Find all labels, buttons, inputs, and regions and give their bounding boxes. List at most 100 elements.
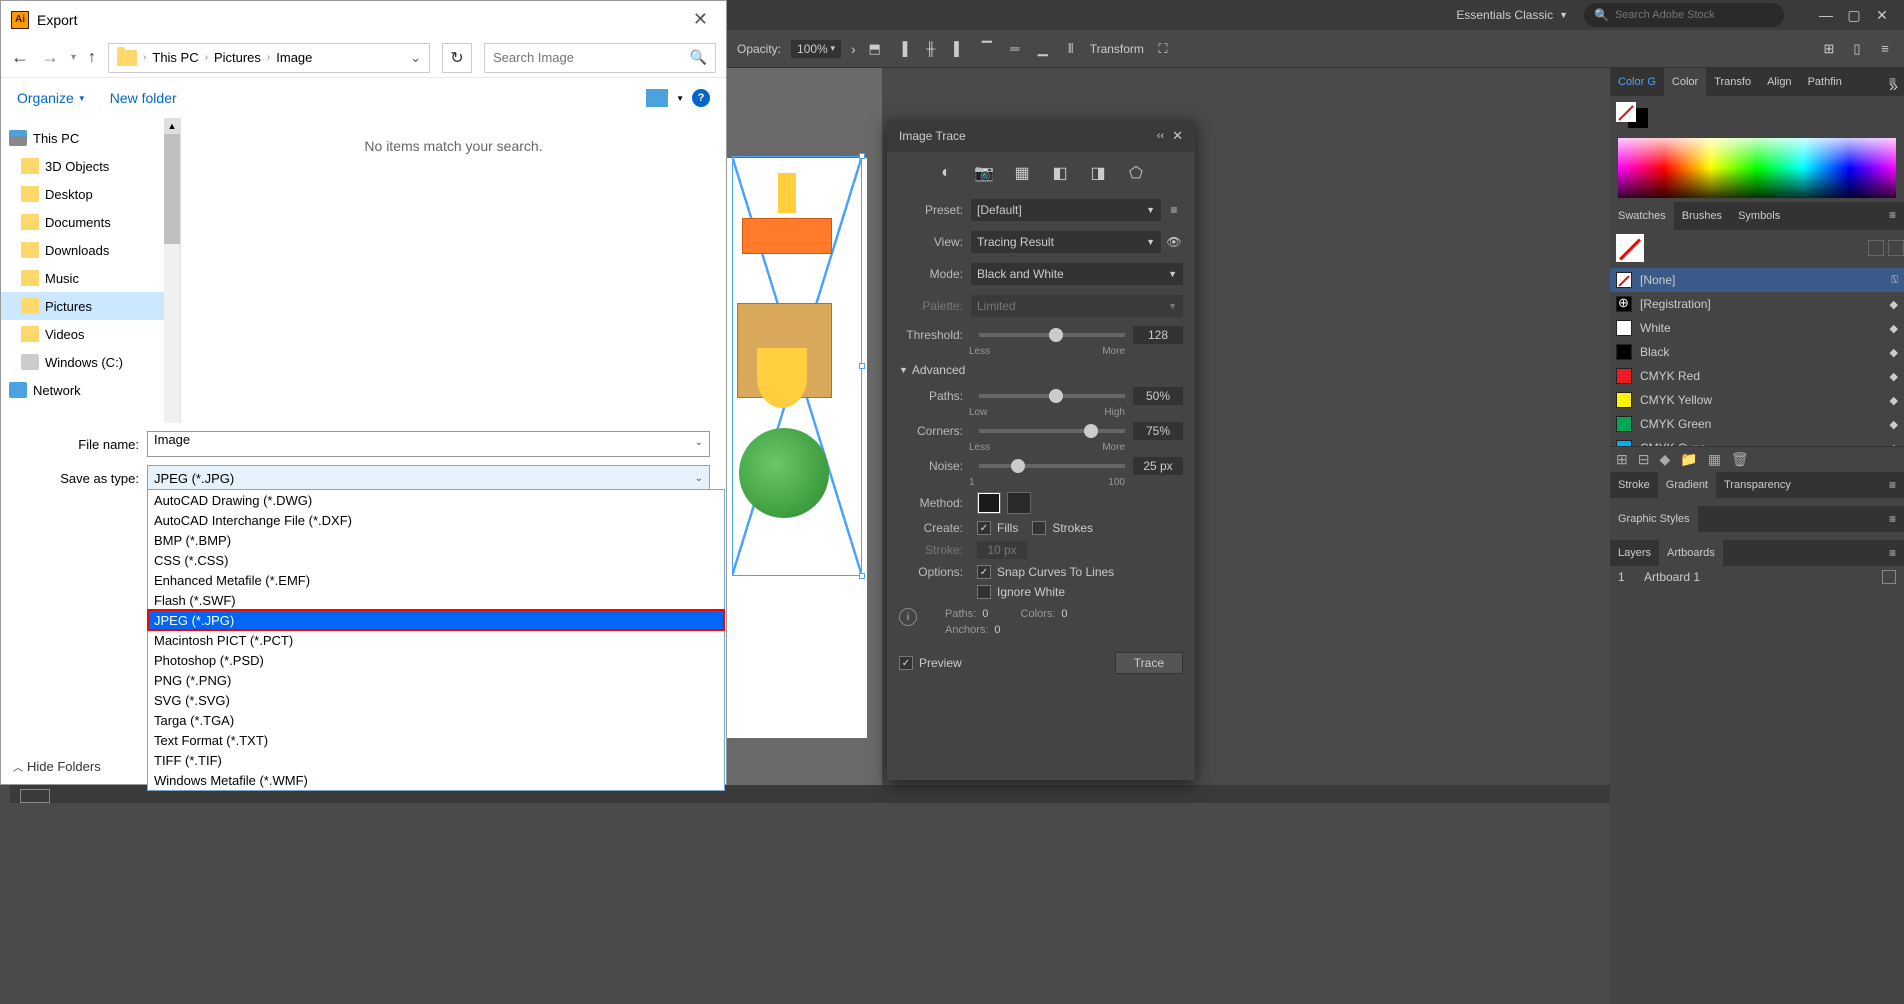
organize-button[interactable]: Organize▼: [17, 90, 86, 106]
panel-menu-icon[interactable]: ≡: [1881, 540, 1904, 566]
distribute-icon[interactable]: ⫴: [1062, 40, 1080, 58]
filetype-option[interactable]: Windows Metafile (*.WMF): [148, 770, 724, 790]
close-button[interactable]: ✕: [1872, 7, 1892, 24]
workspace-switcher[interactable]: Essentials Classic ▼: [1440, 8, 1584, 22]
chevron-down-icon[interactable]: ⌄: [695, 437, 703, 448]
address-bar[interactable]: › This PC › Pictures › Image ⌄: [108, 43, 430, 73]
panel-tab[interactable]: Swatches: [1610, 202, 1674, 230]
fill-swatch[interactable]: [1616, 102, 1636, 122]
paths-value[interactable]: 50%: [1133, 387, 1183, 405]
tree-item[interactable]: Music: [1, 264, 180, 292]
panel-tab[interactable]: Artboards: [1659, 540, 1723, 566]
tree-item[interactable]: Documents: [1, 208, 180, 236]
view-select[interactable]: Tracing Result▼: [971, 231, 1161, 253]
stock-search[interactable]: 🔍: [1584, 3, 1784, 27]
filetype-option[interactable]: AutoCAD Drawing (*.DWG): [148, 490, 724, 510]
align-top-icon[interactable]: ▔: [978, 40, 996, 58]
filetype-option[interactable]: JPEG (*.JPG): [148, 610, 724, 630]
filetype-option[interactable]: Flash (*.SWF): [148, 590, 724, 610]
transform-icon[interactable]: ⛶: [1154, 40, 1172, 58]
swatch-row[interactable]: CMYK Red◆: [1610, 364, 1904, 388]
status-panel-icon[interactable]: [20, 789, 50, 803]
preset-menu-icon[interactable]: ≡: [1165, 203, 1183, 217]
dialog-titlebar[interactable]: Ai Export ✕: [1, 1, 726, 38]
paths-slider[interactable]: [979, 394, 1125, 398]
strokes-checkbox[interactable]: [1032, 521, 1046, 535]
trace-button[interactable]: Trace: [1115, 652, 1183, 674]
filetype-option[interactable]: Text Format (*.TXT): [148, 730, 724, 750]
align-right-icon[interactable]: ▌: [950, 40, 968, 58]
delete-swatch-icon[interactable]: 🗑: [1731, 451, 1749, 468]
align-left-icon[interactable]: ▐: [894, 40, 912, 58]
high-color-icon[interactable]: 📷: [973, 162, 995, 184]
filetype-option[interactable]: PNG (*.PNG): [148, 670, 724, 690]
new-swatch-icon[interactable]: ▦: [1708, 451, 1721, 468]
close-icon[interactable]: ✕: [1172, 128, 1183, 144]
swatch-row[interactable]: CMYK Green◆: [1610, 412, 1904, 436]
swatch-row[interactable]: [None]⍂: [1610, 268, 1904, 292]
filetype-option[interactable]: Enhanced Metafile (*.EMF): [148, 570, 724, 590]
panel-menu-icon[interactable]: ≡: [1881, 506, 1904, 532]
panel-titlebar[interactable]: Image Trace ‹‹ ✕: [887, 120, 1195, 152]
search-box[interactable]: 🔍: [484, 43, 716, 73]
new-group-icon[interactable]: 📁: [1680, 451, 1697, 468]
align-center-icon[interactable]: ╫: [922, 40, 940, 58]
up-button[interactable]: ↑: [88, 49, 96, 67]
filetype-option[interactable]: AutoCAD Interchange File (*.DXF): [148, 510, 724, 530]
breadcrumb-item[interactable]: This PC: [152, 50, 198, 65]
eye-icon[interactable]: 👁: [1165, 235, 1183, 249]
scrollbar[interactable]: ▲: [164, 118, 180, 423]
refresh-button[interactable]: ↻: [442, 43, 472, 73]
outline-icon[interactable]: ⬠: [1125, 162, 1147, 184]
opacity-field[interactable]: 100%▾: [791, 40, 841, 58]
view-mode-button[interactable]: [646, 89, 668, 107]
grid-view-button[interactable]: [1888, 240, 1904, 256]
align-icon[interactable]: ⬒: [866, 40, 884, 58]
threshold-value[interactable]: 128: [1133, 326, 1183, 344]
minimize-button[interactable]: —: [1816, 7, 1836, 24]
tree-item[interactable]: Desktop: [1, 180, 180, 208]
tab-graphic-styles[interactable]: Graphic Styles: [1610, 506, 1698, 532]
swatch-row[interactable]: CMYK Cyan◆: [1610, 436, 1904, 446]
artboard-row[interactable]: 1 Artboard 1: [1610, 566, 1904, 588]
panel-tab[interactable]: Transparency: [1716, 472, 1799, 498]
filetype-option[interactable]: BMP (*.BMP): [148, 530, 724, 550]
tree-item[interactable]: Windows (C:): [1, 348, 180, 376]
auto-color-icon[interactable]: ◐: [935, 162, 957, 184]
filetype-option[interactable]: Macintosh PICT (*.PCT): [148, 630, 724, 650]
dock-menu-icon[interactable]: »: [1889, 78, 1898, 96]
advanced-toggle[interactable]: ▼Advanced: [887, 357, 1195, 383]
close-icon[interactable]: ✕: [685, 9, 716, 30]
swatch-row[interactable]: Black◆: [1610, 340, 1904, 364]
tree-item[interactable]: 3D Objects: [1, 152, 180, 180]
swatch-options-icon[interactable]: ◆: [1659, 451, 1670, 468]
tree-item[interactable]: Network: [1, 376, 180, 404]
filetype-option[interactable]: Targa (*.TGA): [148, 710, 724, 730]
align-middle-icon[interactable]: ═: [1006, 40, 1024, 58]
panel-tab[interactable]: Symbols: [1730, 202, 1788, 230]
mode-select[interactable]: Black and White▼: [971, 263, 1183, 285]
breadcrumb-item[interactable]: Pictures: [214, 50, 261, 65]
current-swatch[interactable]: [1616, 234, 1644, 262]
collapse-icon[interactable]: ‹‹: [1157, 130, 1164, 142]
low-color-icon[interactable]: ▦: [1011, 162, 1033, 184]
stock-search-input[interactable]: [1615, 9, 1774, 21]
swatch-menu-icon[interactable]: ⊟: [1638, 451, 1650, 468]
tree-item[interactable]: Downloads: [1, 236, 180, 264]
search-icon[interactable]: 🔍: [690, 49, 707, 66]
filetype-option[interactable]: SVG (*.SVG): [148, 690, 724, 710]
method-abutting[interactable]: [977, 492, 1001, 514]
preset-select[interactable]: [Default]▼: [971, 199, 1161, 221]
arrange-icon[interactable]: ⊞: [1820, 40, 1838, 58]
method-overlapping[interactable]: [1007, 492, 1031, 514]
chevron-down-icon[interactable]: ⌄: [410, 50, 421, 66]
panel-tab[interactable]: Color G: [1610, 68, 1664, 96]
noise-value[interactable]: 25 px: [1133, 457, 1183, 475]
list-view-button[interactable]: [1868, 240, 1884, 256]
filetype-option[interactable]: TIFF (*.TIF): [148, 750, 724, 770]
menu-icon[interactable]: ≡: [1876, 40, 1894, 58]
panel-tab[interactable]: Gradient: [1658, 472, 1716, 498]
bw-icon[interactable]: ◨: [1087, 162, 1109, 184]
panel-menu-icon[interactable]: ≡: [1881, 202, 1904, 230]
filename-input[interactable]: Image⌄: [147, 431, 710, 457]
